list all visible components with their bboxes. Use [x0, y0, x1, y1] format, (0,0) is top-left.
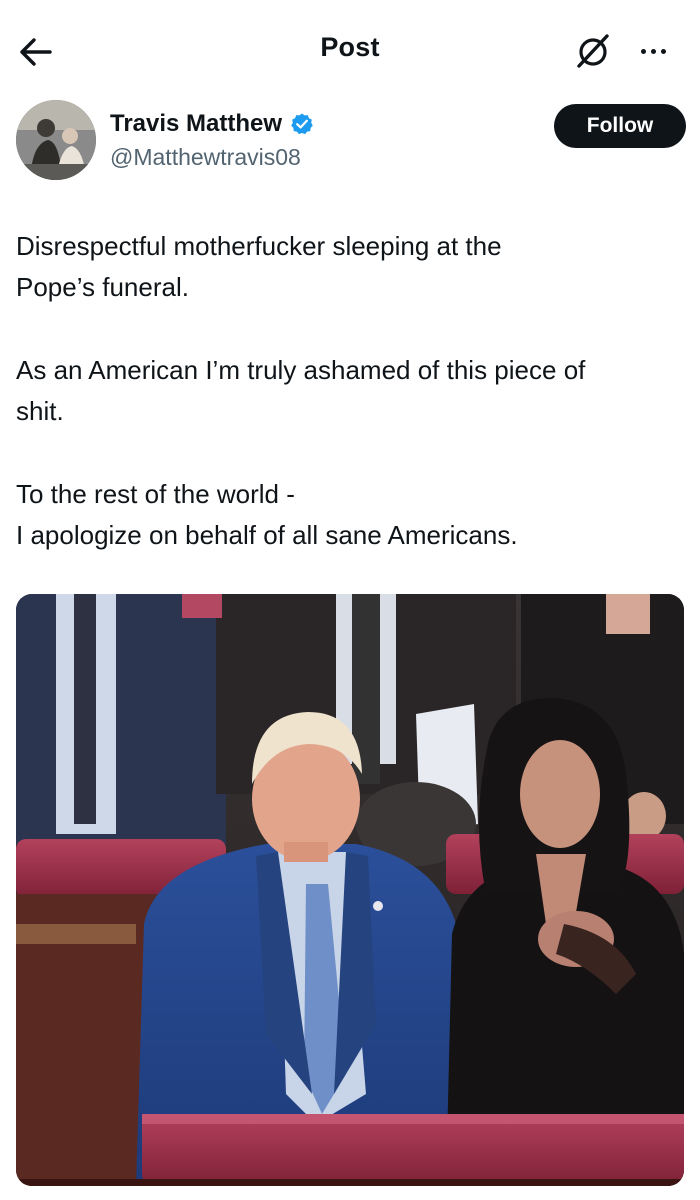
grok-icon: [577, 34, 609, 68]
more-dot: [660, 48, 666, 54]
post-line: I apologize on behalf of all sane Americ…: [16, 520, 518, 550]
post-author: Travis Matthew @Matthewtravis08 Follow: [16, 100, 686, 184]
verified-badge-icon: [290, 112, 314, 136]
avatar-image: [16, 100, 96, 180]
name-row: Travis Matthew: [110, 110, 314, 138]
post-text: Disrespectful motherfucker sleeping at t…: [16, 226, 686, 598]
post-paragraph: Disrespectful motherfucker sleeping at t…: [16, 226, 686, 308]
post-line: Pope’s funeral.: [16, 272, 189, 302]
post-paragraph: As an American I’m truly ashamed of this…: [16, 350, 686, 432]
follow-button[interactable]: Follow: [554, 104, 686, 148]
more-horizontal-icon: [640, 48, 646, 54]
author-display-name[interactable]: Travis Matthew: [110, 110, 282, 138]
more-dot: [650, 48, 656, 54]
post-media-photo[interactable]: [16, 594, 684, 1186]
post-line: Disrespectful motherfucker sleeping at t…: [16, 231, 502, 261]
more-options-button[interactable]: [628, 28, 678, 74]
top-bar: Post: [0, 0, 700, 100]
post-line: To the rest of the world -: [16, 479, 295, 509]
photo-image: [16, 594, 684, 1186]
avatar[interactable]: [16, 100, 96, 180]
post-line: As an American I’m truly ashamed of this…: [16, 355, 586, 385]
post-line: shit.: [16, 396, 64, 426]
grok-button[interactable]: [570, 28, 616, 74]
author-handle[interactable]: @Matthewtravis08: [110, 144, 301, 171]
post-paragraph: To the rest of the world - I apologize o…: [16, 474, 686, 556]
